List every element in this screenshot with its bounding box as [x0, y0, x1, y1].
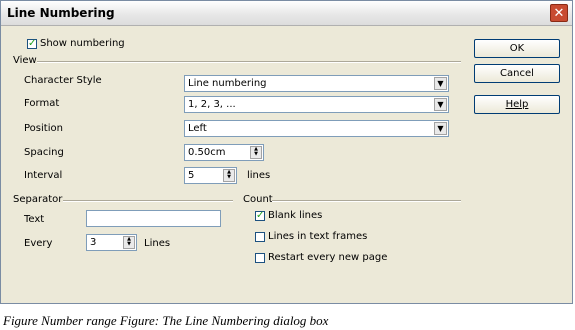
separator-divider: [63, 200, 233, 202]
spacing-label: Spacing: [24, 147, 64, 158]
chevron-down-icon[interactable]: ▼: [434, 77, 447, 90]
figure-caption: Figure Number range Figure: The Line Num…: [3, 313, 329, 328]
restart-every-new-page-label: Restart every new page: [268, 252, 388, 263]
ok-button[interactable]: OK: [474, 39, 560, 58]
separator-text-input[interactable]: [86, 210, 221, 227]
checkmark-icon: ✓: [256, 210, 265, 221]
checkmark-icon: ✓: [28, 38, 37, 49]
character-style-select[interactable]: Line numbering ▼: [184, 75, 449, 92]
position-select[interactable]: Left ▼: [184, 120, 449, 137]
blank-lines-checkbox[interactable]: ✓: [255, 210, 265, 221]
blank-lines-label: Blank lines: [268, 210, 323, 221]
chevron-down-icon[interactable]: ▼: [434, 98, 447, 111]
format-label: Format: [24, 98, 60, 109]
line-numbering-dialog: Line Numbering ✕ ✓ Show numbering View C…: [0, 0, 573, 304]
separator-every-spinbox[interactable]: 3 ▲ ▼: [86, 234, 137, 251]
chevron-down-icon[interactable]: ▼: [434, 122, 447, 135]
show-numbering-label: Show numbering: [40, 38, 125, 49]
format-select[interactable]: 1, 2, 3, ... ▼: [184, 96, 449, 113]
interval-spinbox[interactable]: 5 ▲ ▼: [184, 167, 237, 184]
lines-in-text-frames-label: Lines in text frames: [268, 231, 368, 242]
spacing-spinbox[interactable]: 0.50cm ▲ ▼: [184, 144, 264, 161]
interval-unit: lines: [247, 170, 271, 181]
lines-in-text-frames-checkbox[interactable]: [255, 232, 265, 242]
separator-section-title: Separator: [13, 194, 67, 205]
separator-every-unit: Lines: [144, 238, 171, 249]
spin-arrows-icon[interactable]: ▲ ▼: [223, 169, 235, 182]
show-numbering-checkbox[interactable]: ✓: [27, 38, 37, 49]
spacing-value: 0.50cm: [188, 147, 226, 158]
count-divider: [272, 200, 461, 202]
separator-every-value: 3: [90, 237, 97, 248]
position-value: Left: [188, 123, 207, 134]
title-bar: Line Numbering ✕: [1, 1, 572, 26]
view-divider: [37, 61, 461, 63]
spin-arrows-icon[interactable]: ▲ ▼: [123, 236, 135, 249]
character-style-value: Line numbering: [188, 78, 267, 89]
close-button[interactable]: ✕: [550, 4, 568, 22]
interval-value: 5: [188, 170, 195, 181]
format-value: 1, 2, 3, ...: [188, 99, 236, 110]
dialog-title: Line Numbering: [7, 6, 115, 20]
position-label: Position: [24, 123, 63, 134]
separator-text-label: Text: [24, 214, 45, 225]
separator-every-label: Every: [24, 238, 53, 249]
restart-every-new-page-checkbox[interactable]: [255, 253, 265, 263]
character-style-label: Character Style: [24, 75, 102, 86]
cancel-button[interactable]: Cancel: [474, 64, 560, 83]
spin-arrows-icon[interactable]: ▲ ▼: [250, 146, 262, 159]
close-icon: ✕: [553, 6, 565, 21]
interval-label: Interval: [24, 170, 63, 181]
help-button[interactable]: Help: [474, 95, 560, 114]
